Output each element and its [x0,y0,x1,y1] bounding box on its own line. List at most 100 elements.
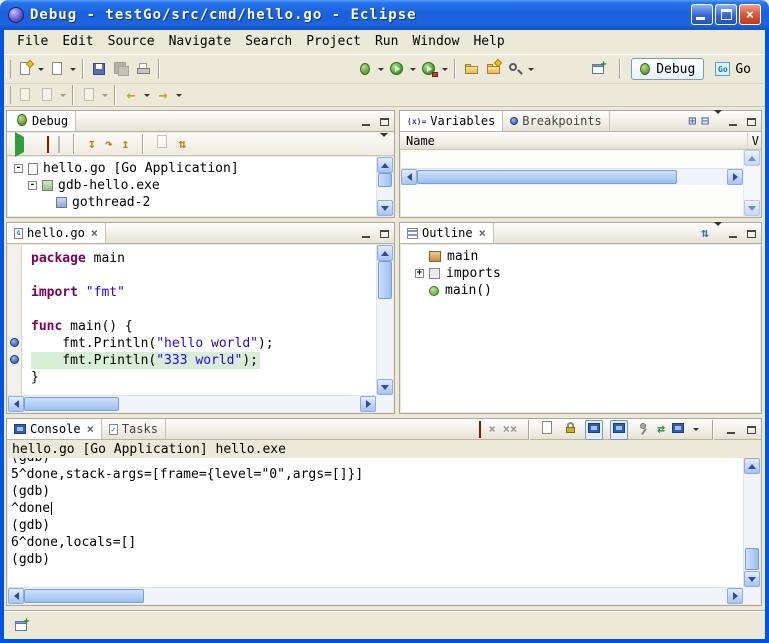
fast-view-button[interactable]: + [10,615,32,637]
variables-horizontal-scrollbar[interactable] [401,168,743,185]
collapse-all-button[interactable]: ⊟ [701,114,709,129]
external-tools-button[interactable] [418,58,440,80]
scroll-up-button[interactable] [744,458,760,474]
tree-row[interactable]: -hello.go [Go Application] [8,160,376,177]
outline-minimize-button[interactable] [727,228,740,240]
editor-annotation-ruler[interactable] [8,245,22,395]
external-tools-dropdown-icon[interactable] [442,68,448,71]
collapse-icon[interactable]: - [14,164,23,173]
show-stdout-button[interactable] [585,420,603,440]
print-button[interactable] [132,58,154,80]
back-dropdown-icon[interactable] [144,94,150,97]
tab-debug[interactable]: Debug [7,111,76,131]
new-wizard-dropdown-icon[interactable] [38,68,44,71]
console-scrollbar-thumb-h[interactable] [24,589,144,603]
menu-help[interactable]: Help [466,30,511,54]
debug-view-maximize-button[interactable] [378,116,391,128]
suspend-button[interactable] [33,137,38,152]
pin-console-button[interactable] [635,420,650,440]
scroll-lock-button[interactable] [562,420,578,440]
open-resource-button[interactable] [460,58,482,80]
scroll-right-button[interactable] [727,169,743,185]
scroll-up-button[interactable] [377,157,393,173]
scroll-down-button[interactable] [377,200,393,216]
step-into-button[interactable]: ↧ [88,137,96,152]
variables-detail-scrollbar[interactable] [743,150,760,216]
maximize-button[interactable] [715,4,737,25]
forward-dropdown-icon[interactable] [176,94,182,97]
scroll-left-button[interactable] [8,588,24,604]
tab-breakpoints[interactable]: Breakpoints [503,111,609,131]
search-dropdown-icon[interactable] [528,68,534,71]
debug-dropdown-icon[interactable] [378,68,384,71]
minimize-button[interactable] [691,4,713,25]
run-button[interactable] [386,58,408,80]
title-bar[interactable]: Debug - testGo/src/cmd/hello.go - Eclips… [0,0,769,30]
previous-annotation-dropdown-icon[interactable] [102,94,108,97]
debug-view-minimize-button[interactable] [360,116,373,128]
menu-edit[interactable]: Edit [55,30,100,54]
menu-file[interactable]: File [10,30,55,54]
tree-row[interactable]: main [409,248,760,265]
scroll-right-button[interactable] [727,588,743,604]
open-type-button[interactable] [482,58,504,80]
console-terminate-button[interactable] [479,422,481,437]
next-annotation-dropdown-icon[interactable] [60,94,66,97]
scroll-up-button[interactable] [377,245,393,261]
tree-row[interactable]: main() [409,282,760,299]
console-maximize-button[interactable] [745,424,758,436]
resume-button[interactable] [15,137,24,152]
menu-navigate[interactable]: Navigate [162,30,239,54]
display-console-button[interactable]: ⇄ [657,422,665,437]
breakpoint-icon[interactable] [10,355,19,364]
console-scrollbar-thumb[interactable] [745,548,759,570]
save-button[interactable] [88,58,110,80]
editor-scrollbar-thumb-h[interactable] [24,397,119,411]
perspective-go-button[interactable]: Go Go [710,60,759,79]
toolbar-grip[interactable] [6,86,11,104]
expand-icon[interactable]: + [415,269,424,278]
scroll-left-button[interactable] [8,396,24,412]
tab-hello-go[interactable]: G hello.go × [7,223,106,243]
previous-annotation-button[interactable] [78,84,100,106]
last-edit-location-button[interactable] [14,84,36,106]
tab-console[interactable]: Console × [7,419,102,439]
variables-view-maximize-button[interactable] [745,116,758,128]
toolbar-grip[interactable] [6,60,11,78]
new-element-dropdown-icon[interactable] [70,68,76,71]
menu-window[interactable]: Window [405,30,466,54]
remove-launch-button[interactable]: × [488,422,495,437]
remove-all-launches-button[interactable]: ×× [503,422,517,437]
show-logical-structure-button[interactable]: ⊞ [688,114,696,129]
forward-button[interactable]: → [152,84,174,106]
run-dropdown-icon[interactable] [410,68,416,71]
console-vertical-scrollbar[interactable] [743,458,760,587]
menu-source[interactable]: Source [101,30,162,54]
editor-scrollbar-thumb[interactable] [378,261,392,299]
tab-outline[interactable]: Outline × [400,223,494,243]
new-wizard-button[interactable] [14,58,36,80]
step-over-button[interactable]: ↷ [105,137,113,152]
column-name[interactable]: Name [406,132,435,150]
next-annotation-button[interactable] [36,84,58,106]
new-element-button[interactable] [46,58,68,80]
collapse-icon[interactable]: - [28,181,37,190]
console-horizontal-scrollbar[interactable] [8,587,743,604]
scroll-left-button[interactable] [401,169,417,185]
scroll-up-button[interactable] [744,150,760,166]
column-value[interactable]: V [747,132,759,150]
console-minimize-button[interactable] [725,424,738,436]
back-button[interactable]: ← [120,84,142,106]
terminate-button[interactable] [47,137,49,152]
editor-horizontal-scrollbar[interactable] [8,395,376,412]
scroll-right-button[interactable] [360,396,376,412]
tree-row[interactable]: +imports [409,265,760,282]
tree-row[interactable]: gothread-2 [8,194,376,211]
variables-view-menu-button[interactable] [714,114,722,129]
menu-project[interactable]: Project [299,30,368,54]
tab-tasks[interactable]: ✓ Tasks [102,419,166,439]
breakpoint-icon[interactable] [10,338,19,347]
disconnect-button[interactable] [58,137,60,152]
outline-sort-button[interactable]: ⇅ [701,226,709,241]
debug-view-menu-button[interactable] [380,137,388,152]
